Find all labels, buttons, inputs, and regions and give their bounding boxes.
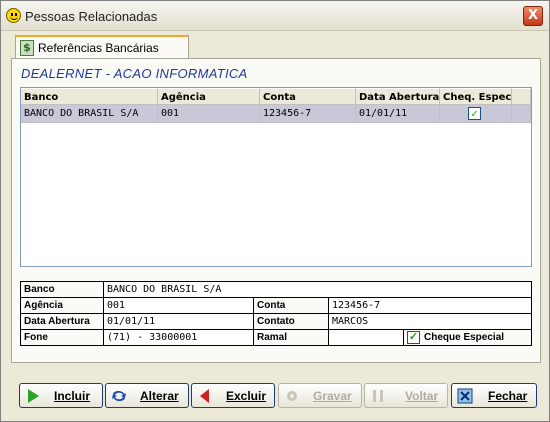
cheque-especial-label: Cheque Especial xyxy=(424,332,505,343)
banco-field[interactable]: BANCO DO BRASIL S/A xyxy=(103,281,532,298)
fone-label: Fone xyxy=(20,329,104,346)
cell-cheq-espec: ✓ xyxy=(440,105,512,123)
incluir-label: Incluir xyxy=(54,389,91,403)
refresh-icon xyxy=(112,391,126,401)
tab-panel: DEALERNET - ACAO INFORMATICA Banco Agênc… xyxy=(11,58,541,363)
voltar-button[interactable]: Voltar xyxy=(364,383,448,408)
tab-referencias-bancarias[interactable]: $ Referências Bancárias xyxy=(15,35,189,59)
grid-header: Banco Agência Conta Data Abertura Cheq. … xyxy=(21,88,531,105)
close-button[interactable]: X xyxy=(523,6,543,26)
cell-conta: 123456-7 xyxy=(260,105,356,123)
column-header-banco[interactable]: Banco xyxy=(21,88,158,105)
alterar-button[interactable]: Alterar xyxy=(105,383,189,408)
save-disc-icon xyxy=(287,391,297,401)
fone-field[interactable]: (71) - 33000001 xyxy=(103,329,254,346)
alterar-label: Alterar xyxy=(140,389,179,403)
back-arrow-icon xyxy=(200,389,209,403)
window-title: Pessoas Relacionadas xyxy=(25,9,158,24)
detail-form: Banco BANCO DO BRASIL S/A Agência 001 Co… xyxy=(20,281,532,351)
cheque-especial-field[interactable]: ✓ Cheque Especial xyxy=(403,329,532,346)
cell-filler xyxy=(512,105,531,123)
cell-data-abertura: 01/01/11 xyxy=(356,105,440,123)
play-icon xyxy=(28,389,39,403)
close-window-icon xyxy=(457,388,473,404)
smiley-icon xyxy=(6,8,21,23)
data-abertura-field[interactable]: 01/01/11 xyxy=(103,313,254,330)
excluir-label: Excluir xyxy=(226,389,267,403)
pause-icon xyxy=(373,390,383,402)
table-row[interactable]: BANCO DO BRASIL S/A 001 123456-7 01/01/1… xyxy=(21,105,531,123)
data-abertura-label: Data Abertura xyxy=(20,313,104,330)
contato-label: Contato xyxy=(253,313,329,330)
cheque-especial-checkbox[interactable]: ✓ xyxy=(407,331,420,344)
conta-field[interactable]: 123456-7 xyxy=(328,297,532,314)
column-header-agencia[interactable]: Agência xyxy=(158,88,260,105)
tab-label: Referências Bancárias xyxy=(38,41,159,55)
ramal-label: Ramal xyxy=(253,329,329,346)
column-header-cheq-espec[interactable]: Cheq. Espec. xyxy=(440,88,512,105)
column-header-conta[interactable]: Conta xyxy=(260,88,356,105)
incluir-button[interactable]: Incluir xyxy=(19,383,103,408)
column-header-filler xyxy=(512,88,531,105)
company-name: DEALERNET - ACAO INFORMATICA xyxy=(21,66,248,81)
contato-field[interactable]: MARCOS xyxy=(328,313,532,330)
agencia-label: Agência xyxy=(20,297,104,314)
column-header-data-abertura[interactable]: Data Abertura xyxy=(356,88,440,105)
gravar-button[interactable]: Gravar xyxy=(278,383,362,408)
title-bar[interactable]: Pessoas Relacionadas X xyxy=(1,1,549,31)
excluir-button[interactable]: Excluir xyxy=(191,383,275,408)
cell-agencia: 001 xyxy=(158,105,260,123)
gravar-label: Gravar xyxy=(313,389,352,403)
conta-label: Conta xyxy=(253,297,329,314)
button-toolbar: Incluir Alterar Excluir Gravar Voltar Fe… xyxy=(1,371,549,421)
voltar-label: Voltar xyxy=(405,389,439,403)
cheq-espec-checkbox[interactable]: ✓ xyxy=(468,107,481,120)
dialog-window: Pessoas Relacionadas X $ Referências Ban… xyxy=(0,0,550,422)
fechar-label: Fechar xyxy=(488,389,528,403)
agencia-field[interactable]: 001 xyxy=(103,297,254,314)
dollar-icon: $ xyxy=(20,40,34,56)
cell-banco: BANCO DO BRASIL S/A xyxy=(21,105,158,123)
ramal-field[interactable] xyxy=(328,329,404,346)
fechar-button[interactable]: Fechar xyxy=(451,383,537,408)
bank-references-grid[interactable]: Banco Agência Conta Data Abertura Cheq. … xyxy=(20,87,532,267)
banco-label: Banco xyxy=(20,281,104,298)
